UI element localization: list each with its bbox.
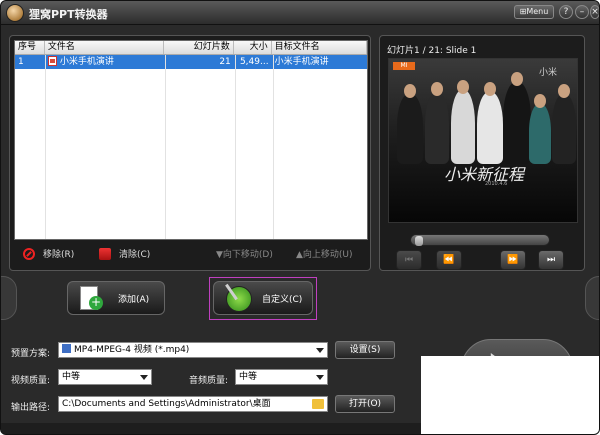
- output-path-value: C:\Documents and Settings\Administrator\…: [62, 399, 271, 409]
- video-quality-select[interactable]: 中等: [58, 369, 152, 385]
- audio-quality-label: 音频质量:: [189, 376, 229, 386]
- first-slide-button[interactable]: ⏮: [396, 250, 422, 270]
- slide-person: [477, 92, 503, 164]
- column-divider: [273, 55, 274, 239]
- output-path-field[interactable]: C:\Documents and Settings\Administrator\…: [58, 396, 328, 412]
- slide-person: [397, 94, 423, 164]
- rewind-icon: ⏪: [443, 255, 455, 265]
- right-side-handle: [585, 276, 599, 320]
- slide-person-head: [431, 82, 443, 96]
- cell-file-name-text: 小米手机演讲: [59, 57, 114, 67]
- seek-slider[interactable]: [410, 234, 550, 246]
- slide-person: [451, 90, 475, 164]
- clear-label: 清除(C): [119, 250, 151, 260]
- column-divider: [235, 55, 236, 239]
- arrow-up-icon: ▲: [296, 250, 303, 260]
- minimize-button[interactable]: –: [575, 5, 589, 19]
- slide-person: [552, 94, 576, 164]
- column-header-size[interactable]: 大小: [234, 41, 272, 54]
- focus-highlight: [209, 277, 317, 320]
- menu-button-label: Menu: [526, 7, 549, 16]
- chevron-down-icon: [140, 375, 148, 380]
- preset-value: MP4-MPEG-4 视频 (*.mp4): [74, 345, 190, 355]
- add-button[interactable]: 添加(A): [67, 281, 165, 315]
- file-list-panel: 序号 文件名 幻灯片数 大小 目标文件名 1 小米手机演讲 21 5,49...…: [9, 35, 371, 271]
- slide-brand-right: 小米: [539, 68, 558, 78]
- remove-button[interactable]: 移除(R): [23, 248, 74, 262]
- remove-icon: [23, 248, 35, 260]
- move-up-label: 向上移动(U): [302, 250, 353, 260]
- slide-caption: 小米新征程: [444, 165, 525, 184]
- slide-preview-image: MI 小米 小米新征程 2010.4.6: [388, 58, 578, 223]
- audio-quality-select[interactable]: 中等: [235, 369, 328, 385]
- clear-icon: [99, 248, 111, 260]
- preset-label: 预置方案:: [11, 349, 51, 359]
- cell-file-name: 小米手机演讲: [45, 55, 164, 69]
- arrow-down-icon: ▼: [216, 250, 223, 260]
- menu-button[interactable]: ⊞Menu: [514, 5, 554, 19]
- video-quality-label: 视频质量:: [11, 376, 51, 386]
- column-divider: [165, 55, 166, 239]
- chevron-down-icon: [316, 348, 324, 353]
- slide-date: 2010.4.6: [485, 181, 508, 187]
- move-down-button[interactable]: ▼向下移动(D): [216, 248, 273, 262]
- column-header-slides[interactable]: 幻灯片数: [164, 41, 234, 54]
- left-side-handle: [1, 276, 17, 320]
- video-quality-value: 中等: [62, 372, 81, 382]
- column-header-target-name[interactable]: 目标文件名: [272, 41, 367, 54]
- last-slide-icon: ⏭: [546, 255, 556, 265]
- file-table[interactable]: 序号 文件名 幻灯片数 大小 目标文件名 1 小米手机演讲 21 5,49...…: [14, 40, 368, 240]
- column-header-index[interactable]: 序号: [15, 41, 45, 54]
- slide-person-head: [457, 80, 469, 94]
- clear-button[interactable]: 清除(C): [99, 248, 150, 262]
- app-logo-icon: [6, 4, 24, 22]
- remove-label: 移除(R): [43, 250, 75, 260]
- preview-panel: 幻灯片1 / 21: Slide 1 MI 小米 小米新征程 2010.4.6: [379, 35, 585, 271]
- slide-brand-logo: MI: [393, 62, 415, 70]
- mp4-format-icon: [62, 344, 71, 353]
- folder-icon[interactable]: [312, 399, 324, 409]
- chevron-down-icon: [316, 375, 324, 380]
- open-button[interactable]: 打开(O): [335, 395, 395, 413]
- previous-slide-button[interactable]: ⏪: [436, 250, 462, 270]
- first-slide-icon: ⏮: [404, 255, 414, 265]
- close-button[interactable]: ×: [590, 5, 599, 19]
- blank-region: [421, 356, 599, 434]
- slide-person-head: [534, 94, 546, 108]
- audio-quality-value: 中等: [239, 372, 258, 382]
- app-title: 狸窝PPT转换器: [29, 8, 108, 21]
- title-bar: 狸窝PPT转换器 ⊞Menu ? – ×: [1, 1, 599, 25]
- table-row[interactable]: 1 小米手机演讲 21 5,49... 小米手机演讲: [15, 55, 367, 69]
- slide-person: [529, 104, 551, 164]
- settings-button[interactable]: 设置(S): [335, 341, 395, 359]
- slide-label: 幻灯片1 / 21: Slide 1: [387, 46, 477, 56]
- cell-slides: 21: [219, 57, 231, 67]
- last-slide-button[interactable]: ⏭: [538, 250, 564, 270]
- ppt-file-icon: [47, 56, 57, 66]
- slide-person: [503, 82, 531, 164]
- cell-target-name: 小米手机演讲: [274, 57, 329, 67]
- move-up-button[interactable]: ▲向上移动(U): [296, 248, 353, 262]
- column-header-file-name[interactable]: 文件名: [45, 41, 165, 54]
- output-path-label: 输出路径:: [11, 403, 51, 413]
- table-header: 序号 文件名 幻灯片数 大小 目标文件名: [15, 41, 367, 55]
- next-slide-button[interactable]: ⏩: [500, 250, 526, 270]
- add-file-icon: [80, 286, 103, 310]
- cell-index: 1: [18, 57, 24, 67]
- slide-person-head: [558, 84, 570, 98]
- slide-person-head: [484, 82, 496, 96]
- add-button-label: 添加(A): [118, 295, 150, 305]
- slide-person-head: [404, 84, 416, 98]
- app-window: 狸窝PPT转换器 ⊞Menu ? – × 序号 文件名 幻灯片数 大小 目标文件…: [0, 0, 600, 435]
- column-divider: [45, 55, 46, 239]
- fast-forward-icon: ⏩: [507, 255, 519, 265]
- preset-select[interactable]: MP4-MPEG-4 视频 (*.mp4): [58, 342, 328, 358]
- table-body: 1 小米手机演讲 21 5,49... 小米手机演讲: [15, 55, 367, 239]
- slide-person: [425, 92, 449, 164]
- seek-thumb[interactable]: [415, 236, 423, 246]
- cell-size: 5,49...: [239, 57, 269, 67]
- move-down-label: 向下移动(D): [222, 250, 273, 260]
- slide-person-head: [511, 72, 523, 86]
- help-button[interactable]: ?: [559, 5, 573, 19]
